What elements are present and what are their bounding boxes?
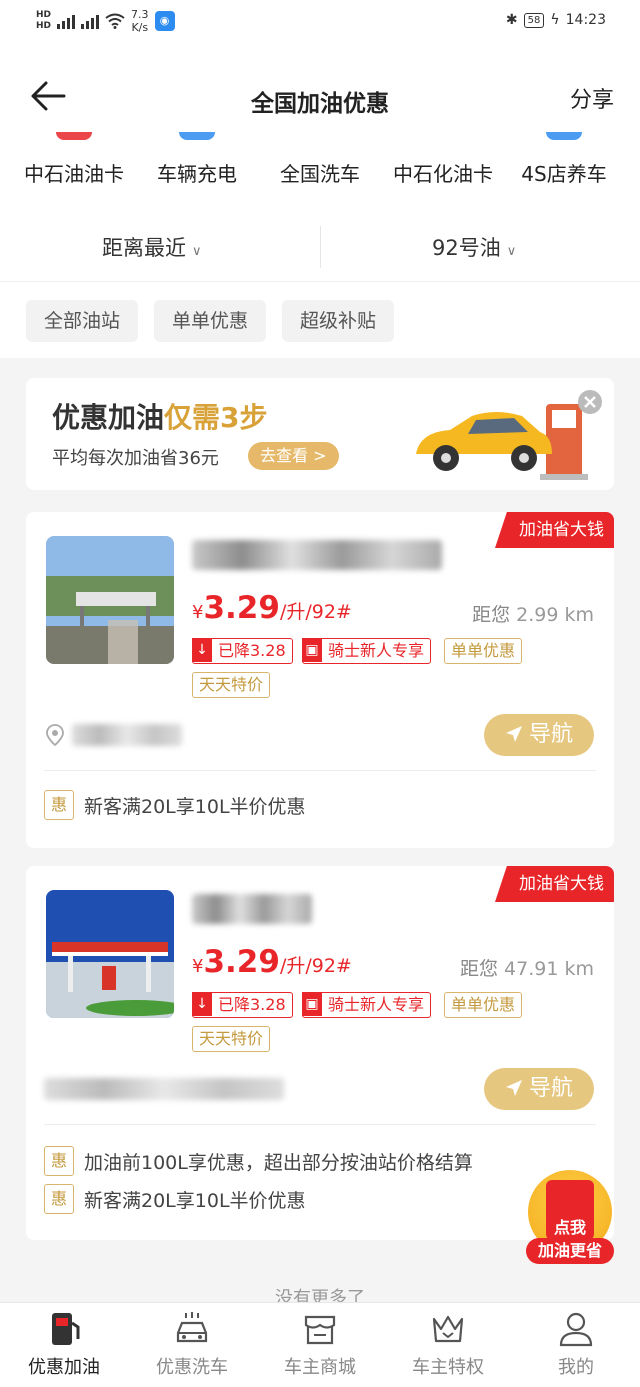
quick-link-4s-service[interactable]: 4S店养车: [500, 132, 628, 187]
arrow-down-icon: ↓: [192, 992, 212, 1016]
status-bar: HD HD 7.3 K/s ◉ ✱ 58 ϟ 14:23: [0, 0, 640, 48]
wifi-icon: [105, 13, 125, 29]
hd-indicator: HD HD: [36, 10, 52, 31]
battery-icon: 58: [523, 12, 545, 28]
address-blurred: [72, 724, 182, 746]
divider: [320, 226, 321, 268]
fuel-type-dropdown[interactable]: 92号油 ∨: [432, 232, 516, 262]
price-drop-tag: ↓ 已降3.28: [192, 992, 293, 1018]
tab-label: 车主商城: [284, 1357, 356, 1378]
charging-icon: ϟ: [550, 12, 560, 28]
daily-deal-tag: 天天特价: [192, 672, 271, 698]
header: 全国加油优惠 分享: [0, 48, 640, 138]
banner-subtitle: 平均每次加油省36元: [52, 448, 219, 469]
gift-icon: ▣: [302, 638, 322, 662]
banner-view-button[interactable]: 去查看 >: [248, 442, 339, 470]
tab-label: 优惠加油: [28, 1357, 100, 1378]
car-wash-icon: [176, 1312, 208, 1343]
share-button[interactable]: 分享: [570, 82, 614, 114]
price-drop-tag: ↓ 已降3.28: [192, 638, 293, 664]
station-distance: 距您 2.99 km: [472, 604, 594, 626]
promo-label: 加油更省: [526, 1238, 614, 1264]
quick-links: 中石油油卡 车辆充电 全国洗车 中石化油卡 4S店养车: [0, 132, 640, 212]
fuel-price: ¥3.29/升/92#: [192, 590, 352, 626]
tab-mall[interactable]: 车主商城: [256, 1309, 384, 1379]
quick-link-label: 4S店养车: [521, 162, 607, 186]
station-name-blurred: [192, 540, 442, 570]
tab-label: 优惠洗车: [156, 1357, 228, 1378]
quick-link-label: 车辆充电: [157, 162, 237, 186]
discount-badge: 惠: [44, 1146, 74, 1176]
navigate-button[interactable]: 导航: [484, 714, 594, 756]
location-pin-icon: [46, 724, 64, 746]
promo-banner[interactable]: 优惠加油仅需3步 平均每次加油省36元 去查看 >: [26, 378, 614, 490]
cell-signal-icon: [81, 13, 100, 29]
address-blurred: [44, 1078, 284, 1100]
new-rider-tag: ▣ 骑士新人专享: [302, 992, 432, 1018]
every-order-tag: 单单优惠: [444, 638, 523, 664]
car-fuel-pump-illustration: [416, 404, 588, 480]
station-name-blurred: [192, 894, 312, 924]
corner-tag: 加油省大钱: [495, 512, 614, 548]
chevron-down-icon: ∨: [506, 244, 517, 259]
sort-bar: 距离最近 ∨ 92号油 ∨: [0, 212, 640, 282]
perk-item: 惠新客满20L享10L半价优惠: [44, 790, 306, 820]
discount-badge: 惠: [44, 1184, 74, 1214]
arrow-down-icon: ↓: [192, 638, 212, 662]
tab-profile[interactable]: 我的: [512, 1309, 640, 1379]
quick-link-label: 全国洗车: [280, 162, 360, 186]
clock: 14:23: [565, 12, 606, 28]
quick-link-sinopec-card[interactable]: 中石化油卡: [379, 132, 507, 187]
corner-tag: 加油省大钱: [495, 866, 614, 902]
fuel-price: ¥3.29/升/92#: [192, 944, 352, 980]
tab-label: 我的: [558, 1357, 594, 1378]
network-speed: 7.3 K/s: [131, 8, 149, 34]
station-distance: 距您 47.91 km: [459, 958, 594, 980]
fuel-pump-icon: [52, 1313, 80, 1345]
tab-fuel-discount[interactable]: 优惠加油: [0, 1309, 128, 1379]
filter-every-order-discount[interactable]: 单单优惠: [154, 300, 267, 342]
discount-badge: 惠: [44, 790, 74, 820]
bluetooth-icon: ✱: [505, 12, 518, 28]
gift-icon: ▣: [302, 992, 322, 1016]
navigation-arrow-icon: [505, 726, 522, 742]
quick-link-label: 中石油油卡: [24, 162, 124, 186]
page-title: 全国加油优惠: [251, 91, 389, 117]
cell-signal-icon: [57, 13, 76, 29]
filter-all-stations[interactable]: 全部油站: [26, 300, 139, 342]
quick-link-label: 中石化油卡: [393, 162, 493, 186]
tab-privileges[interactable]: 车主特权: [384, 1309, 512, 1379]
divider: [44, 770, 596, 771]
divider: [44, 1124, 596, 1125]
station-photo: [46, 536, 174, 664]
station-photo: [46, 890, 174, 1018]
bottom-tab-bar: 优惠加油 优惠洗车 车主商城 车主特权 我的: [0, 1302, 640, 1387]
sort-distance-dropdown[interactable]: 距离最近 ∨: [102, 232, 202, 262]
perk-item: 惠加油前100L享优惠，超出部分按油站价格结算: [44, 1146, 473, 1176]
filter-super-subsidy[interactable]: 超级补贴: [282, 300, 395, 342]
chevron-down-icon: ∨: [192, 244, 202, 259]
floating-red-packet-button[interactable]: 点我 加油更省: [524, 1170, 616, 1266]
daily-deal-tag: 天天特价: [192, 1026, 271, 1052]
perk-item: 惠新客满20L享10L半价优惠: [44, 1184, 306, 1214]
crown-icon: [432, 1315, 464, 1343]
promo-label: 点我: [553, 1218, 586, 1237]
station-card[interactable]: 加油省大钱 ¥3.29/升/92# 距您 2.99 km ↓ 已降3.28 ▣ 骑士…: [26, 512, 614, 848]
navigation-arrow-icon: [505, 1080, 522, 1096]
new-rider-tag: ▣ 骑士新人专享: [302, 638, 432, 664]
quick-link-charging[interactable]: 车辆充电: [133, 132, 261, 187]
tab-label: 车主特权: [412, 1357, 484, 1378]
quick-link-petrochina-card[interactable]: 中石油油卡: [10, 132, 138, 187]
hotspot-icon: ◉: [154, 11, 175, 31]
filter-bar: 全部油站 单单优惠 超级补贴: [0, 282, 640, 358]
every-order-tag: 单单优惠: [444, 992, 523, 1018]
navigate-button[interactable]: 导航: [484, 1068, 594, 1110]
close-icon[interactable]: [578, 390, 602, 414]
banner-title: 优惠加油仅需3步: [52, 401, 268, 434]
tab-car-wash[interactable]: 优惠洗车: [128, 1309, 256, 1379]
store-icon: [304, 1315, 336, 1345]
user-icon: [559, 1312, 593, 1347]
quick-link-car-wash[interactable]: 全国洗车: [256, 132, 384, 187]
